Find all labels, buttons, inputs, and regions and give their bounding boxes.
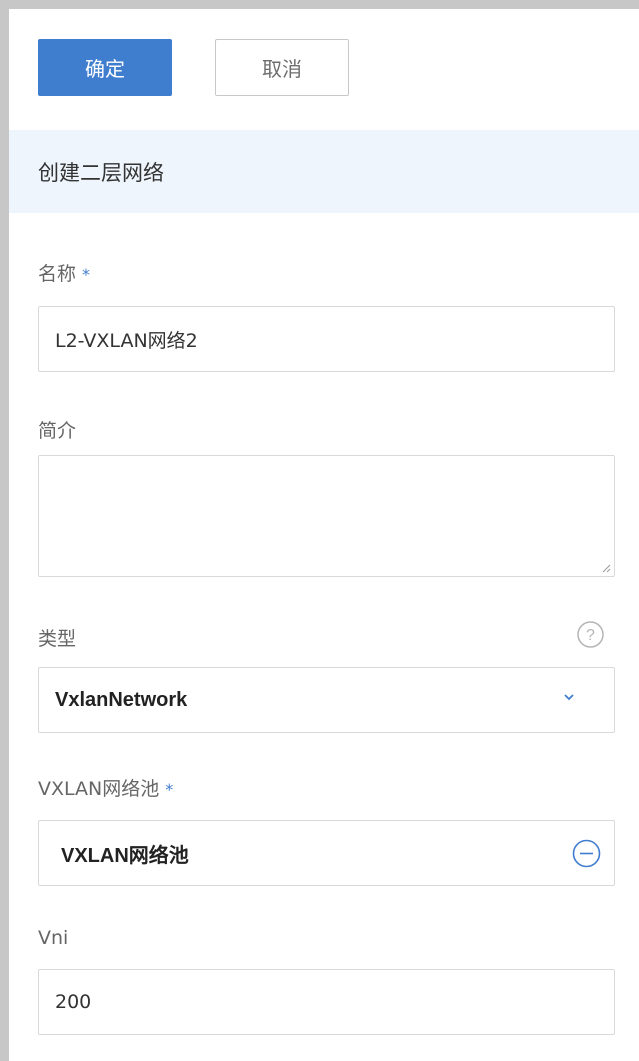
window-frame-left [0, 0, 9, 1061]
name-label-row: 名称 * [38, 259, 90, 286]
vxlan-pool-label-row: VXLAN网络池 * [38, 774, 173, 801]
create-l2-network-panel: 确定 取消 创建二层网络 名称 * L2-VXLAN网络2 简介 类型 ? Vxl… [9, 9, 639, 1061]
required-mark: * [82, 265, 91, 284]
question-circle-icon[interactable]: ? [576, 620, 605, 649]
vni-input[interactable]: 200 [38, 969, 615, 1035]
svg-text:?: ? [586, 627, 595, 644]
resize-handle-icon[interactable] [601, 563, 611, 573]
section-title: 创建二层网络 [38, 160, 164, 185]
type-select-value: VxlanNetwork [55, 688, 188, 711]
vxlan-pool-value: VXLAN网络池 [61, 844, 189, 867]
vni-label: Vni [38, 927, 69, 949]
name-input[interactable]: L2-VXLAN网络2 [38, 306, 615, 372]
description-label: 简介 [38, 420, 77, 442]
type-label: 类型 [38, 628, 77, 650]
vxlan-pool-field[interactable]: VXLAN网络池 [38, 820, 615, 886]
confirm-button[interactable]: 确定 [38, 39, 172, 96]
vni-input-value: 200 [55, 991, 92, 1013]
minus-circle-icon[interactable] [571, 838, 602, 869]
section-header: 创建二层网络 [9, 130, 639, 213]
type-select[interactable]: VxlanNetwork [38, 667, 615, 733]
required-mark: * [165, 780, 174, 799]
name-input-value: L2-VXLAN网络2 [55, 329, 198, 352]
cancel-button[interactable]: 取消 [215, 39, 349, 96]
chevron-down-icon [564, 694, 574, 701]
name-label: 名称 [38, 263, 77, 285]
vxlan-pool-label: VXLAN网络池 [38, 778, 160, 800]
description-textarea[interactable] [38, 455, 615, 577]
window-frame-top [0, 0, 639, 9]
